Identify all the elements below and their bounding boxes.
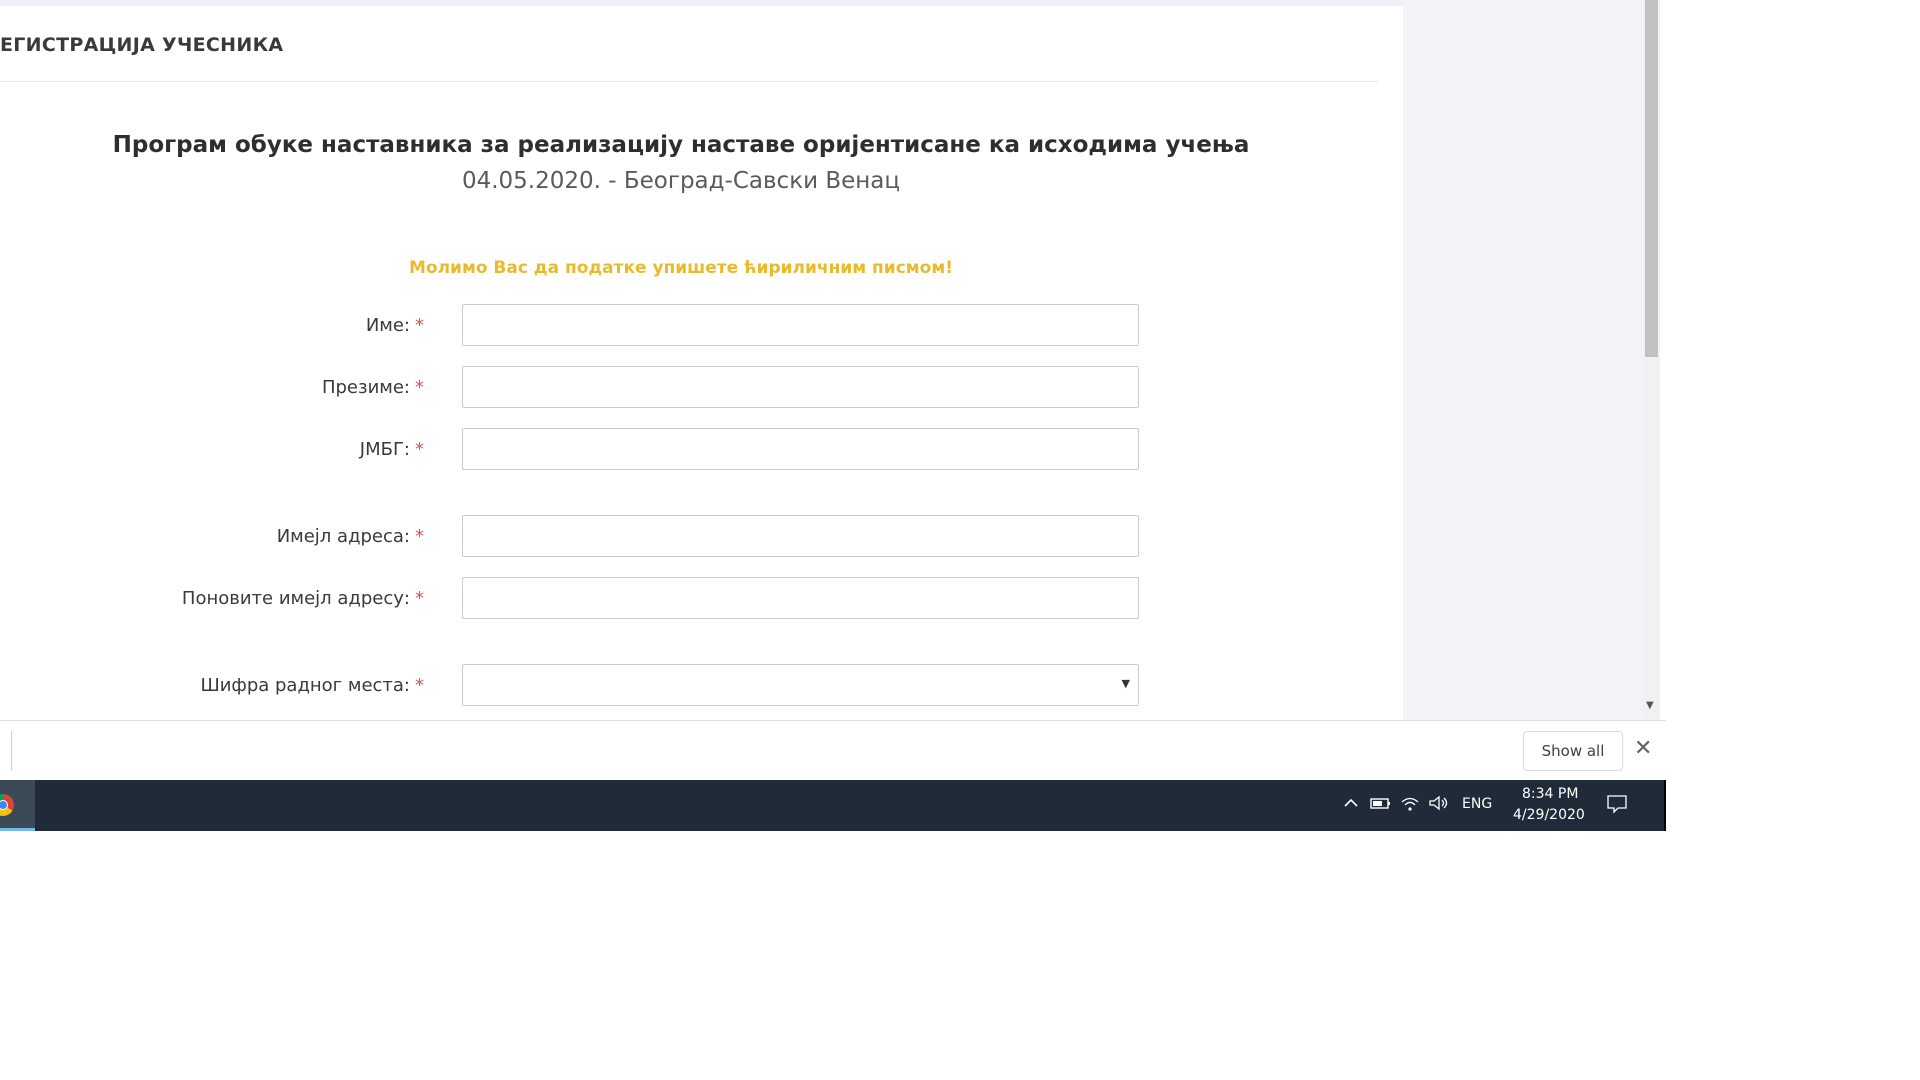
form-row-last-name: Презиме: * xyxy=(0,366,1140,410)
downloads-divider xyxy=(11,731,12,771)
position-code-label: Шифра радног места: xyxy=(200,675,410,696)
required-marker: * xyxy=(415,315,424,336)
last-name-label: Презиме: xyxy=(321,377,410,398)
dropdown-arrow-icon: ▼ xyxy=(1121,677,1130,690)
email-label: Имејл адреса: xyxy=(276,526,410,547)
show-all-button[interactable]: Show all xyxy=(1523,731,1623,771)
close-icon[interactable]: ✕ xyxy=(1634,737,1652,761)
wifi-icon[interactable] xyxy=(1400,794,1420,818)
required-marker: * xyxy=(415,526,424,547)
form-row-email-confirm: Поновите имејл адресу: * xyxy=(0,577,1140,621)
taskbar-chrome-button[interactable] xyxy=(0,780,35,831)
chevron-up-icon[interactable] xyxy=(1342,794,1360,818)
position-code-select[interactable]: ▼ xyxy=(462,664,1139,706)
form-row-first-name: Име: * xyxy=(0,304,1140,348)
card-title: ЕГИСТРАЦИЈА УЧЕСНИКА xyxy=(0,34,284,56)
cyrillic-notice: Молимо Вас да податке упишете ћириличним… xyxy=(408,258,954,278)
notifications-icon[interactable] xyxy=(1606,794,1628,820)
card-header: ЕГИСТРАЦИЈА УЧЕСНИКА xyxy=(0,6,1378,82)
volume-icon[interactable] xyxy=(1428,794,1450,818)
required-marker: * xyxy=(415,439,424,460)
windows-taskbar: ENG 8:34 PM 4/29/2020 xyxy=(0,780,1666,831)
clock-time[interactable]: 8:34 PM xyxy=(1522,786,1578,802)
battery-icon[interactable] xyxy=(1370,794,1392,818)
scroll-down-arrow-icon[interactable]: ▼ xyxy=(1646,700,1654,711)
email-confirm-input[interactable] xyxy=(462,577,1139,619)
jmbg-input[interactable] xyxy=(462,428,1139,470)
last-name-input[interactable] xyxy=(462,366,1139,408)
required-marker: * xyxy=(415,588,424,609)
taskbar-edge xyxy=(1664,780,1666,831)
form-row-jmbg: ЈМБГ: * xyxy=(0,428,1140,472)
jmbg-label: ЈМБГ: xyxy=(359,439,410,460)
form-row-email: Имејл адреса: * xyxy=(0,515,1140,559)
form-row-position-code: Шифра радног места: * ▼ xyxy=(0,664,1140,708)
required-marker: * xyxy=(415,377,424,398)
event-title: Програм обуке наставника за реализацију … xyxy=(112,132,1250,158)
scrollbar-thumb[interactable] xyxy=(1645,0,1658,357)
language-indicator[interactable]: ENG xyxy=(1462,796,1492,812)
first-name-label: Име: xyxy=(365,315,410,336)
registration-card: ЕГИСТРАЦИЈА УЧЕСНИКА Програм обуке наста… xyxy=(0,6,1403,720)
clock-date[interactable]: 4/29/2020 xyxy=(1513,807,1585,823)
email-confirm-label: Поновите имејл адресу: xyxy=(181,588,410,609)
email-input[interactable] xyxy=(462,515,1139,557)
required-marker: * xyxy=(415,675,424,696)
screen: ЕГИСТРАЦИЈА УЧЕСНИКА Програм обуке наста… xyxy=(0,0,1920,1080)
downloads-bar: Show all ✕ xyxy=(0,720,1666,781)
browser-viewport: ЕГИСТРАЦИЈА УЧЕСНИКА Програм обуке наста… xyxy=(0,0,1660,720)
first-name-input[interactable] xyxy=(462,304,1139,346)
event-date-location: 04.05.2020. - Београд-Савски Венац xyxy=(461,168,901,194)
chrome-icon xyxy=(0,794,14,816)
page-scrollbar[interactable]: ▼ xyxy=(1643,0,1660,720)
